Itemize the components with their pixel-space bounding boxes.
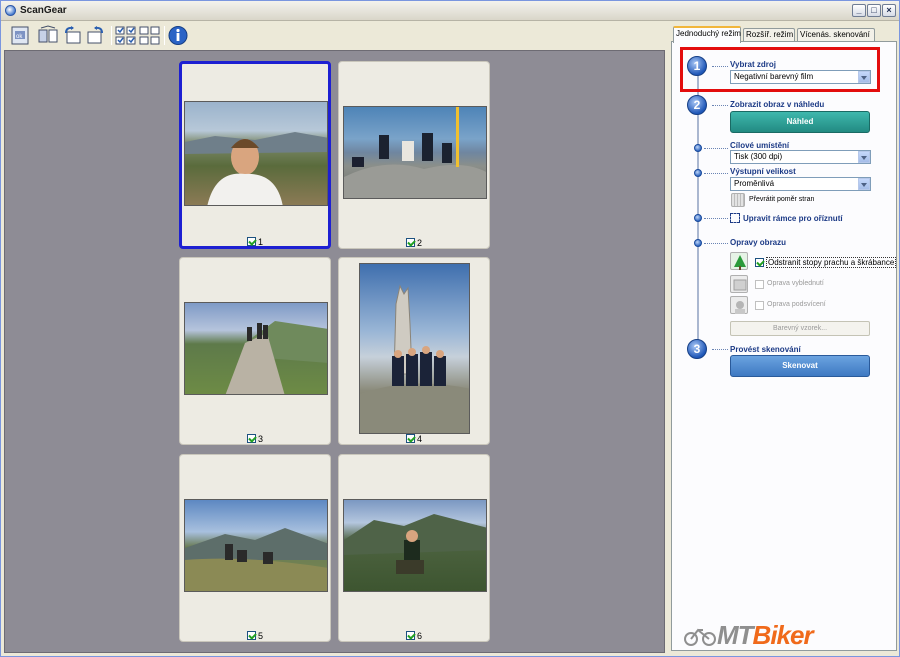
app-icon xyxy=(5,5,16,16)
thumbnail-card-4[interactable]: 4 xyxy=(338,257,490,445)
crop-frame-icon[interactable] xyxy=(730,213,740,223)
output-size-select[interactable]: Proměnlivá xyxy=(730,177,871,191)
thumbnail-number: 1 xyxy=(257,237,263,247)
photo-6 xyxy=(343,499,487,592)
thumbnail-number: 5 xyxy=(257,631,263,641)
photo-5 xyxy=(184,499,328,592)
photo-1 xyxy=(184,101,328,206)
thumbnail-view-icon[interactable] xyxy=(139,25,161,46)
mirror-icon[interactable] xyxy=(37,25,59,46)
connector-dots xyxy=(704,173,728,174)
scan-button[interactable]: Skenovat xyxy=(730,355,870,377)
color-pattern-button[interactable]: Barevný vzorek... xyxy=(730,321,870,336)
step-3-icon: 3 xyxy=(687,339,707,359)
corrections-label: Opravy obrazu xyxy=(730,238,787,247)
thumbnail-label-4[interactable]: 4 xyxy=(339,434,489,444)
toolbar: ok xyxy=(3,22,666,49)
source-select-value: Negativní barevný film xyxy=(734,72,814,81)
scangear-window: ScanGear _ □ × ok 1 2 3 4 5 6 Jednoduchý… xyxy=(0,0,900,657)
rotate-left-icon[interactable] xyxy=(61,25,83,46)
thumbnail-card-2[interactable]: 2 xyxy=(338,61,490,249)
fading-correction-icon xyxy=(730,275,748,293)
thumbnail-label-6[interactable]: 6 xyxy=(339,631,489,641)
tab-simple-mode[interactable]: Jednoduchý režim xyxy=(673,26,741,43)
step-1-icon: 1 xyxy=(687,56,707,76)
connector-dots xyxy=(712,66,728,67)
dust-removal-label[interactable]: Odstranit stopy prachu a škrábance xyxy=(766,257,897,268)
fading-correction-label[interactable]: Oprava vyblednutí xyxy=(767,280,824,287)
swap-aspect-label[interactable]: Převrátit poměr stran xyxy=(749,196,814,203)
preview-button[interactable]: Náhled xyxy=(730,111,870,133)
close-button[interactable]: × xyxy=(882,4,896,17)
backlight-correction-checkbox[interactable] xyxy=(755,301,764,310)
mtbiker-logo: MTBiker xyxy=(681,620,814,651)
select-all-icon[interactable] xyxy=(115,25,137,46)
thumbnail-card-6[interactable]: 6 xyxy=(338,454,490,642)
thumbnail-number: 6 xyxy=(416,631,422,641)
select-checkbox[interactable] xyxy=(405,238,415,247)
source-select[interactable]: Negativní barevný film xyxy=(730,70,871,84)
chevron-down-icon[interactable] xyxy=(858,178,870,190)
logo-suffix: Biker xyxy=(752,620,814,650)
connector-dots xyxy=(704,148,728,149)
crop-label[interactable]: Upravit rámce pro oříznutí xyxy=(743,214,843,223)
option-dot-icon xyxy=(694,239,702,247)
toolbar-separator xyxy=(111,26,112,45)
photo-4 xyxy=(359,263,470,434)
connector-dots xyxy=(704,218,728,219)
select-checkbox[interactable] xyxy=(405,434,415,443)
tab-multi-scan[interactable]: Vícenás. skenování xyxy=(797,28,875,42)
chevron-down-icon[interactable] xyxy=(858,151,870,163)
swap-aspect-icon[interactable] xyxy=(731,193,745,207)
thumbnail-number: 2 xyxy=(416,238,422,248)
chevron-down-icon[interactable] xyxy=(858,71,870,83)
dust-removal-checkbox[interactable] xyxy=(755,258,764,267)
rotate-right-icon[interactable] xyxy=(85,25,107,46)
connector-dots xyxy=(704,243,728,244)
step-3-label: Provést skenování xyxy=(730,345,801,354)
window-title: ScanGear xyxy=(20,5,67,16)
option-dot-icon xyxy=(694,144,702,152)
maximize-button[interactable]: □ xyxy=(867,4,881,17)
select-checkbox[interactable] xyxy=(246,237,256,246)
option-dot-icon xyxy=(694,169,702,177)
minimize-button[interactable]: _ xyxy=(852,4,866,17)
thumbnail-label-5[interactable]: 5 xyxy=(180,631,330,641)
thumbnail-card-1[interactable]: 1 xyxy=(179,61,331,249)
thumbnail-number: 3 xyxy=(257,434,263,444)
option-dot-icon xyxy=(694,214,702,222)
title-bar: ScanGear _ □ × xyxy=(1,1,899,21)
select-checkbox[interactable] xyxy=(246,631,256,640)
output-size-label: Výstupní velikost xyxy=(730,167,796,176)
scan-settings-icon[interactable]: ok xyxy=(9,25,31,46)
thumbnail-label-2[interactable]: 2 xyxy=(339,238,489,248)
output-size-select-value: Proměnlivá xyxy=(734,179,775,188)
connector-dots xyxy=(712,105,728,106)
step-2-label: Zobrazit obraz v náhledu xyxy=(730,100,825,109)
thumbnail-number: 4 xyxy=(416,434,422,444)
tab-advanced-mode[interactable]: Rozšíř. režim xyxy=(743,28,795,42)
thumbnail-label-3[interactable]: 3 xyxy=(180,434,330,444)
backlight-correction-icon xyxy=(730,296,748,314)
photo-2 xyxy=(343,106,487,199)
toolbar-separator xyxy=(164,26,165,45)
destination-select[interactable]: Tisk (300 dpi) xyxy=(730,150,871,164)
info-icon[interactable] xyxy=(167,25,189,46)
backlight-correction-label[interactable]: Oprava podsvícení xyxy=(767,301,826,308)
destination-label: Cílové umístění xyxy=(730,141,790,150)
thumbnail-label-1[interactable]: 1 xyxy=(182,237,328,247)
destination-select-value: Tisk (300 dpi) xyxy=(734,152,783,161)
dust-removal-icon xyxy=(730,252,748,270)
select-checkbox[interactable] xyxy=(405,631,415,640)
fading-correction-checkbox[interactable] xyxy=(755,280,764,289)
thumbnail-card-5[interactable]: 5 xyxy=(179,454,331,642)
photo-3 xyxy=(184,302,328,395)
thumbnail-card-3[interactable]: 3 xyxy=(179,257,331,445)
select-checkbox[interactable] xyxy=(246,434,256,443)
preview-area: 1 2 3 4 5 6 xyxy=(4,50,665,653)
connector-dots xyxy=(712,349,728,350)
step-2-icon: 2 xyxy=(687,95,707,115)
svg-text:ok: ok xyxy=(16,34,23,40)
step-1-label: Vybrat zdroj xyxy=(730,60,776,69)
